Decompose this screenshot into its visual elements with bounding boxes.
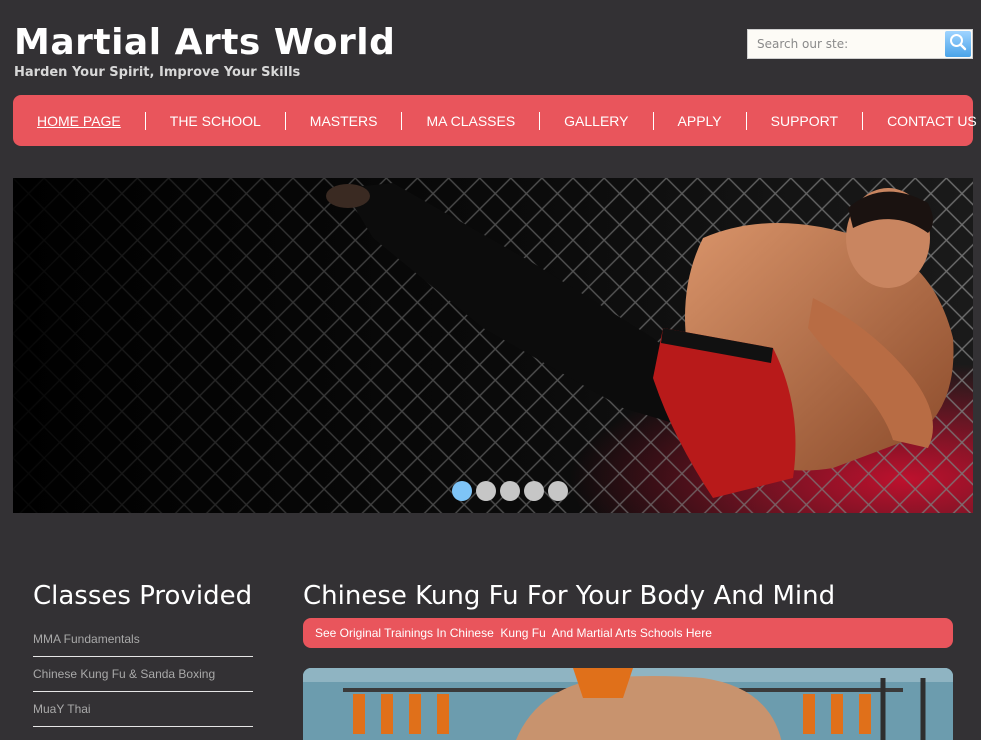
slider-dot[interactable] bbox=[548, 481, 568, 501]
hero-slider bbox=[13, 178, 973, 513]
sidebar-title: Classes Provided bbox=[33, 581, 253, 611]
class-item-mma-fundamentals[interactable]: MMA Fundamentals bbox=[33, 622, 253, 657]
site-title[interactable]: Martial Arts World bbox=[14, 20, 395, 66]
training-photo bbox=[303, 668, 953, 740]
nav-support[interactable]: SUPPORT bbox=[747, 112, 862, 130]
nav-apply[interactable]: APPLY bbox=[654, 112, 746, 130]
main-content: Chinese Kung Fu For Your Body And Mind S… bbox=[303, 578, 953, 740]
sidebar: Classes Provided MMA Fundamentals Chines… bbox=[33, 578, 253, 727]
article-heading: Chinese Kung Fu For Your Body And Mind bbox=[303, 581, 836, 611]
hero-image bbox=[13, 178, 973, 513]
slider-dot[interactable] bbox=[452, 481, 472, 501]
nav-ma-classes[interactable]: MA CLASSES bbox=[402, 112, 539, 130]
class-item-kung-fu-sanda[interactable]: Chinese Kung Fu & Sanda Boxing bbox=[33, 657, 253, 692]
search-icon bbox=[949, 33, 967, 55]
slider-pagination bbox=[452, 481, 568, 501]
classes-list: MMA Fundamentals Chinese Kung Fu & Sanda… bbox=[33, 622, 253, 727]
nav-gallery[interactable]: GALLERY bbox=[540, 112, 652, 130]
search-input[interactable] bbox=[748, 30, 944, 58]
search-button[interactable] bbox=[945, 31, 971, 57]
slider-dot[interactable] bbox=[476, 481, 496, 501]
search-box bbox=[747, 29, 973, 59]
class-item-muay-thai[interactable]: MuaY Thai bbox=[33, 692, 253, 727]
nav-home-page[interactable]: HOME PAGE bbox=[13, 112, 145, 130]
article-image bbox=[303, 668, 953, 740]
nav-the-school[interactable]: THE SCHOOL bbox=[146, 112, 285, 130]
slider-dot[interactable] bbox=[524, 481, 544, 501]
site-tagline: Harden Your Spirit, Improve Your Skills bbox=[14, 65, 301, 80]
nav-contact-us[interactable]: CONTACT US bbox=[863, 112, 981, 130]
slider-dot[interactable] bbox=[500, 481, 520, 501]
nav-masters[interactable]: MASTERS bbox=[286, 112, 402, 130]
site-header: Martial Arts World Harden Your Spirit, I… bbox=[0, 0, 981, 95]
main-nav: HOME PAGE THE SCHOOL MASTERS MA CLASSES … bbox=[13, 95, 977, 146]
article-banner: See Original Trainings In Chinese Kung F… bbox=[303, 618, 953, 648]
